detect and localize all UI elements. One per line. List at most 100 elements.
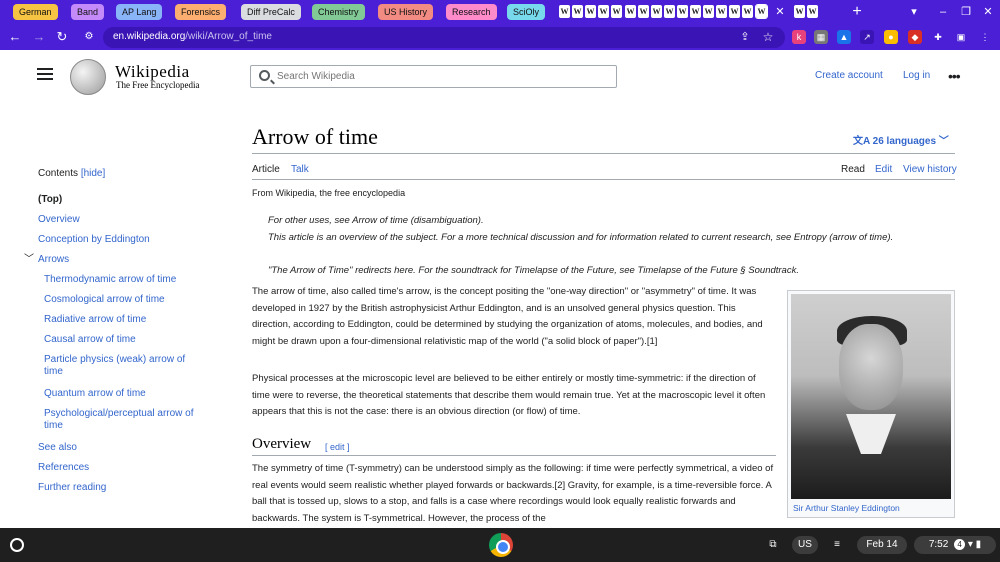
clipboard-icon[interactable]: ⧉ bbox=[762, 536, 784, 554]
date-display[interactable]: Feb 14 bbox=[857, 536, 907, 554]
image-caption[interactable]: Sir Arthur Stanley Eddington bbox=[793, 503, 900, 513]
tab-group-band[interactable]: Band bbox=[71, 4, 105, 20]
infobox-image[interactable]: Sir Arthur Stanley Eddington bbox=[787, 290, 955, 518]
wikipedia-tab-icon[interactable]: W bbox=[638, 5, 649, 18]
back-icon[interactable]: ← bbox=[6, 28, 24, 46]
toc-item[interactable]: Cosmological arrow of time bbox=[44, 294, 194, 306]
ime-indicator[interactable]: US bbox=[792, 536, 818, 554]
extension-ruby-icon[interactable]: ◆ bbox=[908, 30, 922, 44]
browser-menu-icon[interactable]: ⋮ bbox=[978, 30, 992, 44]
log-in-link[interactable]: Log in bbox=[903, 70, 930, 81]
reload-icon[interactable]: ↻ bbox=[53, 28, 71, 46]
share-icon[interactable]: ⇪ bbox=[736, 28, 754, 46]
wikipedia-tab-icon[interactable]: W bbox=[807, 5, 818, 18]
wikipedia-tab-icon[interactable]: W bbox=[729, 5, 740, 18]
toc-item[interactable]: Quantum arrow of time bbox=[44, 388, 194, 400]
wikipedia-tab-icon[interactable]: W bbox=[690, 5, 701, 18]
tab-talk[interactable]: Talk bbox=[291, 164, 309, 175]
tab-edit[interactable]: Edit bbox=[875, 164, 892, 175]
section-heading-overview: Overview bbox=[252, 436, 312, 452]
main-menu-icon[interactable] bbox=[37, 68, 53, 82]
site-info-icon[interactable]: ⚙ bbox=[80, 28, 98, 46]
toc-item[interactable]: Overview bbox=[38, 214, 218, 226]
tab-group-diff-precalc[interactable]: Diff PreCalc bbox=[241, 4, 301, 20]
site-sub: From Wikipedia, the free encyclopedia bbox=[252, 188, 406, 198]
wikipedia-globe-logo[interactable] bbox=[70, 59, 106, 95]
close-tab-icon[interactable]: ✕ bbox=[771, 3, 789, 21]
bookmark-star-icon[interactable]: ☆ bbox=[759, 28, 777, 46]
lead-paragraph-1: The arrow of time, also called time's ar… bbox=[252, 286, 763, 347]
wikipedia-wordmark[interactable]: Wikipedia bbox=[115, 62, 190, 82]
tab-group-german[interactable]: German bbox=[13, 4, 58, 20]
tab-group-us-history[interactable]: US History bbox=[378, 4, 434, 20]
tab-search-icon[interactable]: ▾ bbox=[906, 4, 922, 20]
wikipedia-tab-icon[interactable]: W bbox=[677, 5, 688, 18]
launcher-icon[interactable] bbox=[10, 538, 24, 552]
eddington-portrait[interactable] bbox=[791, 294, 951, 499]
forward-icon[interactable]: → bbox=[30, 28, 48, 46]
tab-group-ap-lang[interactable]: AP Lang bbox=[116, 4, 163, 20]
tab-group-forensics[interactable]: Forensics bbox=[175, 4, 227, 20]
side-panel-icon[interactable]: ▣ bbox=[954, 30, 968, 44]
toc-item[interactable]: Further reading bbox=[38, 482, 218, 494]
wikipedia-tab-icon[interactable]: W bbox=[559, 5, 570, 18]
toc-item[interactable]: Conception by Eddington bbox=[38, 234, 218, 246]
overview-paragraph: The symmetry of time (T-symmetry) can be… bbox=[252, 463, 774, 524]
new-tab-button[interactable]: + bbox=[848, 3, 866, 21]
section-edit-link[interactable]: [ edit ] bbox=[325, 442, 350, 452]
more-options-icon[interactable]: ••• bbox=[948, 68, 961, 84]
tab-read[interactable]: Read bbox=[841, 164, 865, 175]
hatnote-disambiguation: For other uses, see Arrow of time (disam… bbox=[268, 215, 484, 226]
wikipedia-tab-icon[interactable]: W bbox=[611, 5, 622, 18]
extension-color-icon[interactable]: ● bbox=[884, 30, 898, 44]
wikipedia-page: Wikipedia The Free Encyclopedia Create a… bbox=[0, 50, 1000, 528]
toc-item[interactable]: References bbox=[38, 462, 218, 474]
notes-icon[interactable]: ≡ bbox=[826, 536, 848, 554]
tab-article[interactable]: Article bbox=[252, 164, 280, 175]
table-of-contents: Contents [hide] bbox=[38, 168, 228, 189]
hatnote-redirect: "The Arrow of Time" redirects here. For … bbox=[268, 265, 799, 276]
toc-item[interactable]: (Top) bbox=[38, 194, 218, 206]
extension-doc-icon[interactable]: ▦ bbox=[814, 30, 828, 44]
tab-group-research[interactable]: Research bbox=[446, 4, 497, 20]
extension-drive-icon[interactable]: ▲ bbox=[837, 30, 851, 44]
wikipedia-tab-icon[interactable]: W bbox=[598, 5, 609, 18]
toc-hide-link[interactable]: [hide] bbox=[81, 168, 105, 179]
toc-item[interactable]: Thermodynamic arrow of time bbox=[44, 274, 194, 286]
wikipedia-tab-icon[interactable]: W bbox=[625, 5, 636, 18]
title-divider bbox=[252, 153, 955, 154]
minimize-icon[interactable]: – bbox=[935, 4, 951, 20]
toc-item[interactable]: Causal arrow of time bbox=[44, 334, 194, 346]
wikipedia-tab-icon[interactable]: W bbox=[651, 5, 662, 18]
toc-collapse-chevron-icon[interactable]: ﹀ bbox=[24, 254, 34, 266]
language-selector[interactable]: 文A 26 languages ﹀ bbox=[853, 132, 949, 147]
create-account-link[interactable]: Create account bbox=[815, 70, 883, 81]
wikipedia-tab-icon[interactable]: W bbox=[585, 5, 596, 18]
battery-icon: ▮ bbox=[975, 539, 982, 550]
close-window-icon[interactable]: ✕ bbox=[980, 4, 996, 20]
toc-item[interactable]: Arrows bbox=[38, 254, 218, 266]
status-area[interactable]: 7:52 4 ▾ ▮ bbox=[914, 536, 996, 554]
search-box[interactable] bbox=[250, 65, 617, 88]
chrome-app-icon[interactable] bbox=[489, 533, 513, 557]
wikipedia-tab-icon[interactable]: W bbox=[755, 4, 768, 19]
tab-view-history[interactable]: View history bbox=[903, 164, 957, 175]
wikipedia-tab-icon[interactable]: W bbox=[716, 5, 727, 18]
address-bar[interactable]: en.wikipedia.org/wiki/Arrow_of_time ⇪ ☆ bbox=[103, 27, 785, 48]
toc-item[interactable]: See also bbox=[38, 442, 218, 454]
extensions-puzzle-icon[interactable]: ✚ bbox=[931, 30, 945, 44]
extension-arrow-icon[interactable]: ↗ bbox=[860, 30, 874, 44]
wikipedia-tab-icon[interactable]: W bbox=[572, 5, 583, 18]
tab-group-sciolly[interactable]: SciOly bbox=[507, 4, 546, 20]
wikipedia-tab-icon[interactable]: W bbox=[703, 5, 714, 18]
wikipedia-tab-icon[interactable]: W bbox=[742, 5, 753, 18]
wikipedia-tab-icon[interactable]: W bbox=[664, 5, 675, 18]
restore-icon[interactable]: ❐ bbox=[958, 4, 974, 20]
wikipedia-tab-icon[interactable]: W bbox=[794, 5, 805, 18]
toc-item[interactable]: Psychological/perceptual arrow of time bbox=[44, 408, 194, 432]
extension-k-icon[interactable]: k bbox=[792, 30, 806, 44]
toc-item[interactable]: Radiative arrow of time bbox=[44, 314, 194, 326]
search-input[interactable] bbox=[277, 69, 607, 84]
toc-item[interactable]: Particle physics (weak) arrow of time bbox=[44, 354, 194, 378]
tab-group-chemistry[interactable]: Chemistry bbox=[312, 4, 365, 20]
